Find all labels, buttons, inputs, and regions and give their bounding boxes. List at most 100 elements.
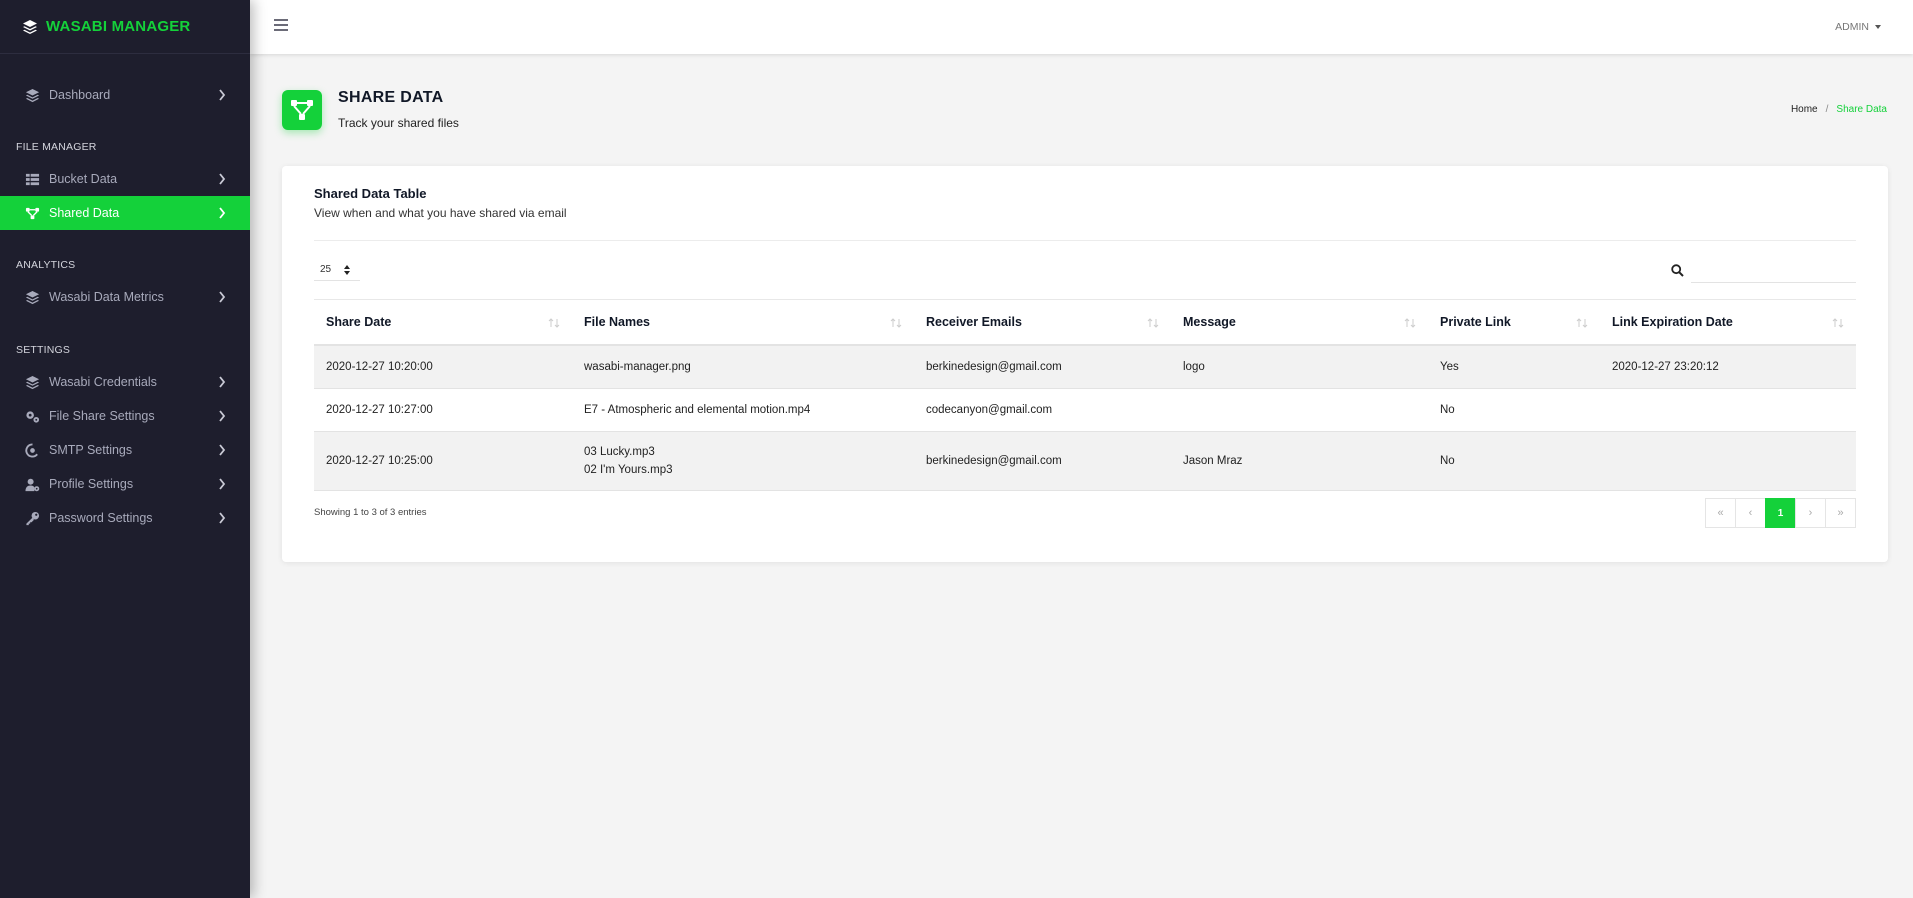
layers-icon [23, 19, 37, 34]
layers-icon [24, 87, 40, 103]
layers-icon [24, 289, 40, 305]
table-header-row: Share Date File Names Receiver Emails Me… [314, 299, 1856, 346]
cell-share-date: 2020-12-27 10:20:00 [314, 344, 572, 389]
chevron-right-icon [218, 410, 226, 422]
at-icon [24, 442, 40, 458]
user-menu[interactable]: ADMIN [1835, 21, 1881, 33]
sidebar-item-wasabi-credentials[interactable]: Wasabi Credentials [0, 365, 250, 399]
search-icon [1671, 264, 1684, 277]
section-settings: SETTINGS [16, 344, 71, 356]
column-header-label: Link Expiration Date [1612, 314, 1733, 329]
sidebar-item-shared-data[interactable]: Shared Data [0, 196, 250, 230]
breadcrumb: Home / Share Data [1791, 104, 1887, 115]
sidebar-item-label: SMTP Settings [49, 443, 133, 457]
sort-icon [1832, 318, 1844, 328]
layers-icon [24, 374, 40, 390]
column-header-private-link[interactable]: Private Link [1428, 299, 1600, 346]
brand[interactable]: WASABI MANAGER [0, 0, 250, 54]
cell-expiration-date: 2020-12-27 23:20:12 [1600, 344, 1856, 389]
table-icon [24, 171, 40, 187]
table-info: Showing 1 to 3 of 3 entries [314, 507, 427, 518]
search-input[interactable] [1691, 259, 1856, 282]
brand-name: WASABI MANAGER [46, 18, 191, 35]
sidebar-item-label: Dashboard [49, 88, 111, 102]
hamburger-menu-icon[interactable] [274, 19, 288, 31]
file-name: 02 I'm Yours.mp3 [584, 464, 673, 476]
table-row[interactable]: 2020-12-27 10:20:00 wasabi-manager.png b… [314, 344, 1856, 389]
breadcrumb-separator: / [1825, 104, 1829, 115]
sidebar-item-label: Profile Settings [49, 477, 134, 491]
chevron-right-icon [218, 478, 226, 490]
cell-share-date: 2020-12-27 10:25:00 [314, 431, 572, 491]
sort-arrows-icon [344, 265, 350, 275]
sidebar-nav-file-manager: Bucket Data Shared Data [0, 162, 250, 230]
page-subtitle: Track your shared files [338, 116, 459, 130]
sidebar-item-label: Wasabi Data Metrics [49, 290, 164, 304]
key-icon [24, 510, 40, 526]
cell-message: logo [1171, 344, 1428, 389]
chevron-right-icon [218, 89, 226, 101]
page-title: SHARE DATA [338, 89, 444, 106]
sort-icon [1404, 318, 1416, 328]
breadcrumb-home[interactable]: Home [1791, 104, 1818, 115]
file-name: wasabi-manager.png [584, 360, 691, 373]
pagination-prev-button[interactable]: ‹ [1735, 498, 1766, 528]
sort-icon [890, 318, 902, 328]
sort-icon [1576, 318, 1588, 328]
pagination-last-button[interactable]: » [1825, 498, 1856, 528]
cell-receiver-email: codecanyon@gmail.com [914, 388, 1171, 432]
cell-private-link: No [1428, 388, 1600, 432]
pagination: « ‹ 1 › » [1705, 498, 1856, 528]
page-share-icon [282, 90, 322, 130]
sidebar-item-profile-settings[interactable]: Profile Settings [0, 467, 250, 501]
sidebar-item-dashboard[interactable]: Dashboard [0, 78, 250, 112]
section-analytics: ANALYTICS [16, 259, 76, 271]
breadcrumb-current: Share Data [1836, 104, 1887, 115]
sort-icon [1147, 318, 1159, 328]
sidebar-item-smtp-settings[interactable]: SMTP Settings [0, 433, 250, 467]
page-length-value: 25 [320, 264, 332, 275]
cell-expiration-date [1600, 388, 1856, 432]
gears-icon [24, 408, 40, 424]
sidebar-item-label: Password Settings [49, 511, 153, 525]
shared-data-table: Share Date File Names Receiver Emails Me… [314, 299, 1856, 491]
sidebar-item-label: Shared Data [49, 206, 120, 220]
column-header-file-names[interactable]: File Names [572, 299, 914, 346]
sidebar-item-wasabi-data-metrics[interactable]: Wasabi Data Metrics [0, 280, 250, 314]
shared-data-card: Shared Data Table View when and what you… [282, 166, 1888, 562]
column-header-label: Receiver Emails [926, 314, 1022, 329]
cell-share-date: 2020-12-27 10:27:00 [314, 388, 572, 432]
column-header-link-expiration-date[interactable]: Link Expiration Date [1600, 299, 1856, 346]
pagination-first-button[interactable]: « [1705, 498, 1736, 528]
table-row[interactable]: 2020-12-27 10:27:00 E7 - Atmospheric and… [314, 388, 1856, 432]
cell-file-names: wasabi-manager.png [572, 344, 914, 389]
cell-private-link: No [1428, 431, 1600, 491]
sort-icon [548, 318, 560, 328]
sidebar-item-file-share-settings[interactable]: File Share Settings [0, 399, 250, 433]
table-row[interactable]: 2020-12-27 10:25:00 03 Lucky.mp3 02 I'm … [314, 431, 1856, 491]
page-length-select[interactable]: 25 [314, 259, 360, 281]
cell-private-link: Yes [1428, 344, 1600, 389]
chevron-right-icon [218, 376, 226, 388]
chevron-right-icon [218, 512, 226, 524]
pagination-next-button[interactable]: › [1795, 498, 1826, 528]
column-header-share-date[interactable]: Share Date [314, 299, 572, 346]
sidebar-item-bucket-data[interactable]: Bucket Data [0, 162, 250, 196]
cell-file-names: 03 Lucky.mp3 02 I'm Yours.mp3 [572, 431, 914, 491]
cell-receiver-email: berkinedesign@gmail.com [914, 431, 1171, 491]
file-name: E7 - Atmospheric and elemental motion.mp… [584, 404, 811, 416]
column-header-receiver-emails[interactable]: Receiver Emails [914, 299, 1171, 346]
column-header-message[interactable]: Message [1171, 299, 1428, 346]
search-box [1671, 259, 1856, 283]
chevron-right-icon [218, 444, 226, 456]
cell-message [1171, 388, 1428, 432]
card-description: View when and what you have shared via e… [314, 206, 567, 220]
column-header-label: Private Link [1440, 314, 1511, 329]
sidebar: WASABI MANAGER Dashboard FILE MANAGER Bu… [0, 0, 250, 898]
cell-expiration-date [1600, 431, 1856, 491]
sidebar-nav-analytics: Wasabi Data Metrics [0, 280, 250, 314]
cell-message: Jason Mraz [1171, 431, 1428, 491]
sidebar-item-password-settings[interactable]: Password Settings [0, 501, 250, 535]
caret-down-icon [1875, 25, 1881, 29]
pagination-page-1[interactable]: 1 [1765, 498, 1796, 528]
